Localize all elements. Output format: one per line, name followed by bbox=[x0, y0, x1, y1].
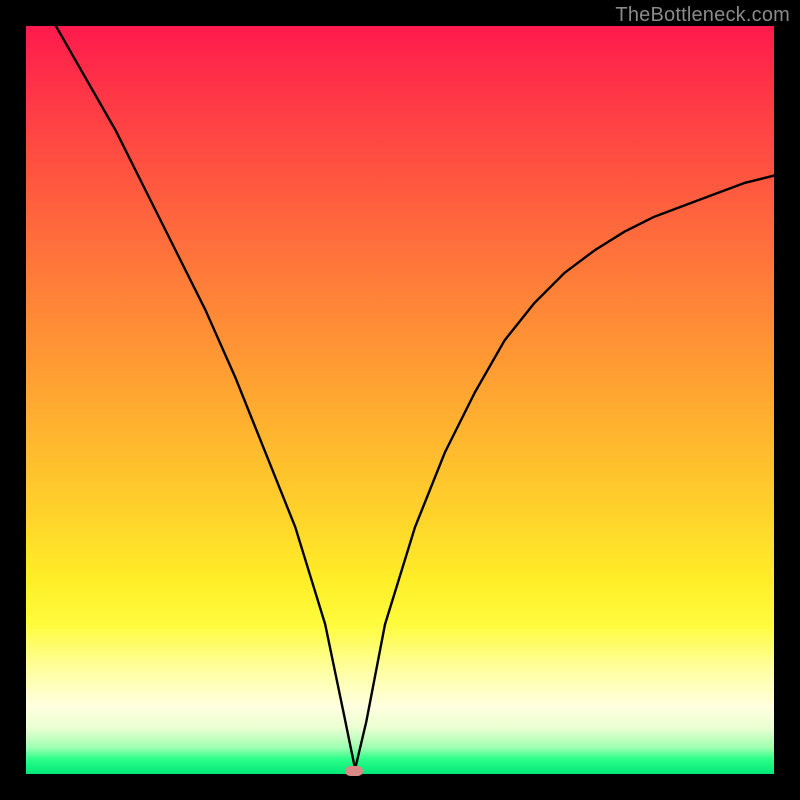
bottleneck-curve bbox=[26, 26, 774, 774]
minimum-marker bbox=[345, 766, 363, 776]
plot-area bbox=[26, 26, 774, 774]
watermark-text: TheBottleneck.com bbox=[615, 4, 790, 27]
chart-frame: TheBottleneck.com bbox=[0, 0, 800, 800]
